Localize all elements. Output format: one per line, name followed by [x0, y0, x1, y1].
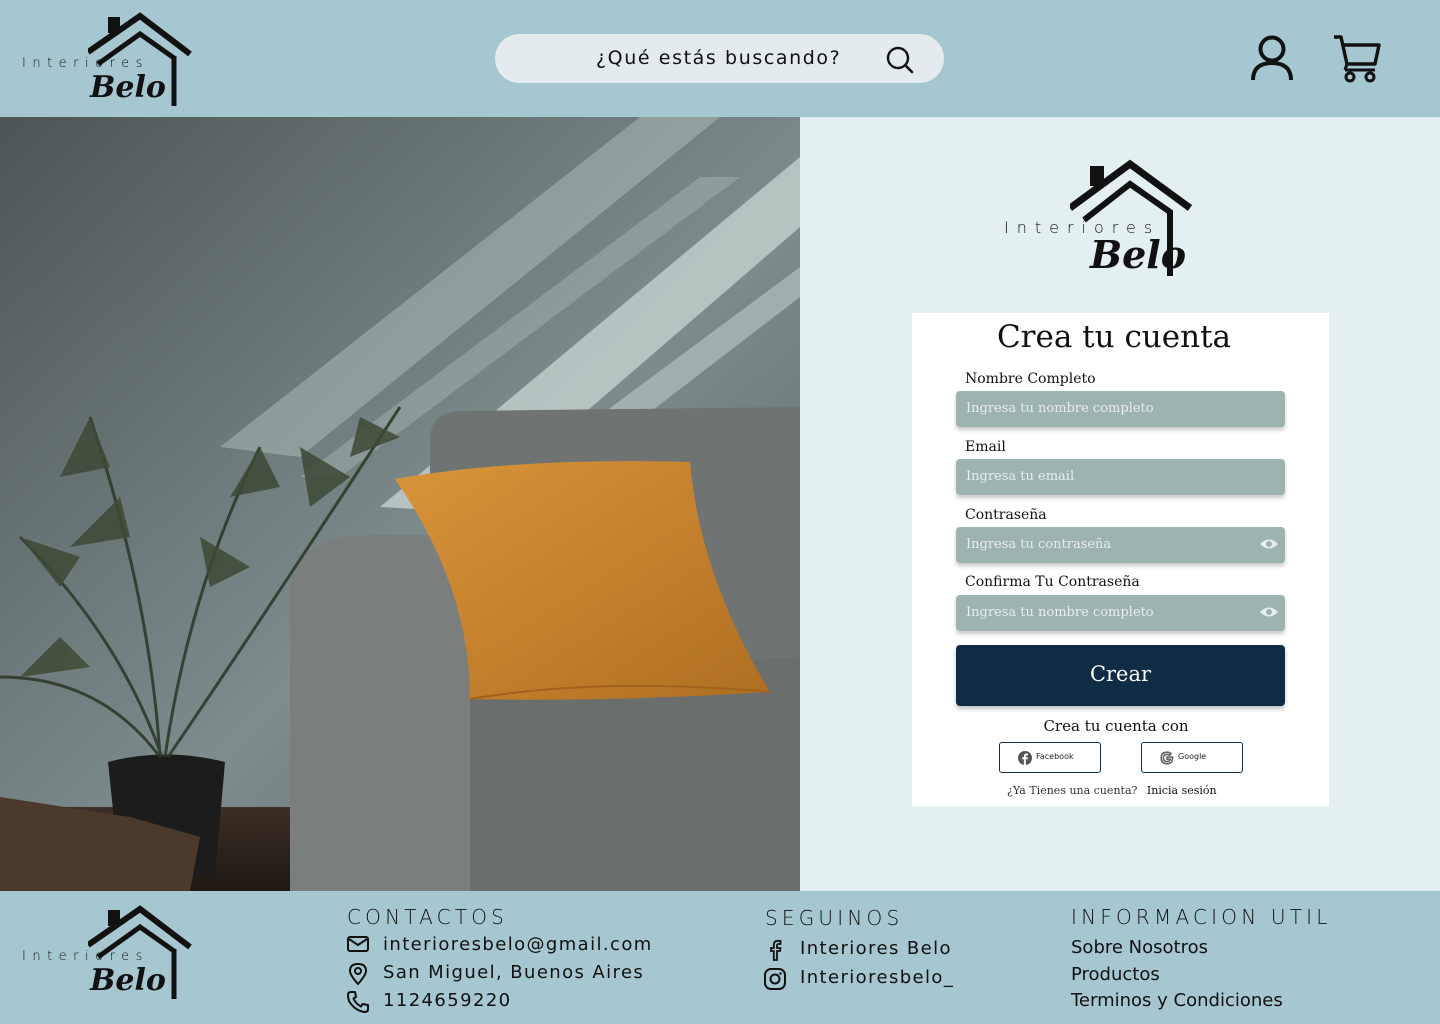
eye-icon[interactable] — [1259, 605, 1279, 619]
google-icon — [1160, 751, 1174, 765]
facebook-handle: Interiores Belo — [800, 938, 952, 959]
instagram-icon — [764, 968, 786, 990]
social-title: Crea tu cuenta con — [1043, 717, 1189, 735]
contact-phone-text: 1124659220 — [383, 990, 512, 1011]
signin-link[interactable]: Inicia sesión — [1147, 784, 1217, 797]
contact-address-text: San Miguel, Buenos Aires — [383, 962, 645, 983]
facebook-button[interactable]: Facebook — [999, 742, 1101, 773]
about-link[interactable]: Sobre Nosotros — [1071, 937, 1208, 958]
contact-phone[interactable]: 1124659220 — [347, 990, 512, 1013]
signin-row: ¿Ya Tienes una cuenta? Inicia sesión — [1007, 784, 1217, 797]
contact-address: San Miguel, Buenos Aires — [348, 962, 645, 986]
instagram-link[interactable]: Interioresbelo_ — [764, 967, 955, 990]
fullname-input[interactable]: Ingresa tu nombre completo — [956, 391, 1285, 427]
field-label: Email — [965, 439, 1006, 455]
google-label: Google — [1178, 752, 1207, 761]
instagram-handle: Interioresbelo_ — [800, 967, 955, 988]
info-title: INFORMACION UTIL — [1071, 905, 1332, 929]
create-button[interactable]: Crear — [956, 645, 1285, 706]
search-placeholder: ¿Qué estás buscando? — [596, 47, 842, 69]
logo-brand: Belo — [1090, 232, 1187, 277]
terms-link[interactable]: Terminos y Condiciones — [1071, 990, 1283, 1011]
facebook-icon — [1018, 751, 1032, 765]
field-placeholder: Ingresa tu contraseña — [966, 537, 1112, 552]
confirm-password-input[interactable]: Ingresa tu nombre completo — [956, 595, 1285, 631]
form-logo: Interiores Belo — [1004, 158, 1193, 277]
phone-icon — [347, 991, 369, 1013]
field-label: Confirma Tu Contraseña — [965, 574, 1140, 590]
hero-photo — [0, 117, 800, 891]
location-pin-icon — [348, 962, 368, 986]
field-label: Contraseña — [965, 507, 1047, 523]
living-room-image — [0, 117, 800, 891]
facebook-icon — [770, 939, 782, 961]
signin-question: ¿Ya Tienes una cuenta? — [1007, 784, 1138, 797]
cart-icon[interactable] — [1332, 34, 1382, 84]
facebook-link[interactable]: Interiores Belo — [770, 938, 952, 961]
facebook-label: Facebook — [1036, 752, 1074, 761]
create-button-label: Crear — [1089, 662, 1152, 686]
google-button[interactable]: Google — [1141, 742, 1243, 773]
footer-logo[interactable]: Interiores Belo — [22, 905, 192, 1001]
search-icon[interactable] — [885, 45, 915, 75]
field-placeholder: Ingresa tu nombre completo — [966, 401, 1154, 416]
contact-email-text: interioresbelo@gmail.com — [383, 934, 653, 955]
follow-title: SEGUINOS — [765, 906, 904, 930]
site-footer: Interiores Belo CONTACTOS interioresbelo… — [0, 891, 1440, 1024]
field-label: Nombre Completo — [965, 371, 1096, 387]
logo-brand: Belo — [90, 963, 166, 998]
header-logo[interactable]: Interiores Belo — [22, 12, 192, 108]
user-icon[interactable] — [1250, 34, 1294, 82]
logo-word: Interiores — [22, 949, 149, 964]
signup-card: Crea tu cuenta Nombre Completo Ingresa t… — [912, 313, 1329, 806]
contacts-title: CONTACTOS — [347, 905, 509, 929]
mail-icon — [347, 936, 369, 952]
logo-word: Interiores — [22, 56, 149, 71]
password-input[interactable]: Ingresa tu contraseña — [956, 527, 1285, 563]
form-title: Crea tu cuenta — [996, 319, 1232, 355]
contact-email[interactable]: interioresbelo@gmail.com — [347, 934, 653, 955]
search-bar[interactable]: ¿Qué estás buscando? — [495, 34, 944, 83]
logo-brand: Belo — [90, 70, 166, 105]
field-placeholder: Ingresa tu email — [966, 469, 1075, 484]
email-input[interactable]: Ingresa tu email — [956, 459, 1285, 495]
products-link[interactable]: Productos — [1071, 964, 1160, 985]
field-placeholder: Ingresa tu nombre completo — [966, 605, 1154, 620]
site-header: Interiores Belo ¿Qué estás buscando? — [0, 0, 1440, 117]
eye-icon[interactable] — [1259, 537, 1279, 551]
